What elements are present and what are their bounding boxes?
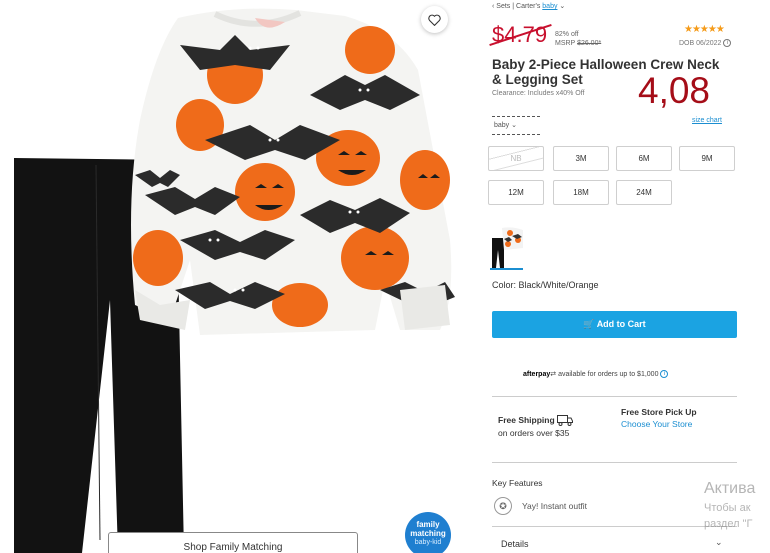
divider bbox=[492, 526, 737, 527]
add-to-cart-label: Add to Cart bbox=[596, 319, 646, 329]
dob-info: DOB 06/2022 i bbox=[679, 39, 732, 47]
divider bbox=[492, 462, 737, 463]
color-label: Color: Black/White/Orange bbox=[492, 280, 599, 290]
size-range-value: baby bbox=[494, 122, 510, 129]
breadcrumb-baby[interactable]: baby bbox=[542, 3, 557, 10]
breadcrumb-separator: | bbox=[512, 3, 515, 10]
afterpay-logo: afterpay bbox=[523, 371, 551, 378]
key-features-title: Key Features bbox=[492, 478, 543, 488]
product-details-panel: ‹ Sets | Carter's baby ⌄ $4.79 82% off M… bbox=[488, 0, 738, 553]
breadcrumb-sets[interactable]: ‹ Sets bbox=[492, 3, 510, 10]
star-badge-icon: ✪ bbox=[494, 497, 512, 515]
info-icon[interactable]: i bbox=[723, 39, 732, 47]
size-button-24m[interactable]: 24M bbox=[616, 180, 672, 205]
size-range-select[interactable]: baby ⌄ bbox=[492, 116, 540, 135]
chevron-down-icon[interactable]: ⌄ bbox=[559, 3, 565, 10]
original-price: $4.79 bbox=[492, 22, 548, 47]
product-image[interactable]: Shop Family Matching family matching bab… bbox=[0, 0, 470, 553]
size-button-12m[interactable]: 12M bbox=[488, 180, 544, 205]
info-icon[interactable]: i bbox=[660, 370, 669, 379]
badge-line-matching: matching bbox=[410, 529, 446, 538]
breadcrumb: ‹ Sets | Carter's baby ⌄ bbox=[492, 2, 565, 10]
clearance-note: Clearance: Includes x40% Off bbox=[492, 90, 585, 97]
dob-text: DOB 06/2022 bbox=[679, 39, 722, 47]
afterpay-arrows-icon: ⇄ bbox=[550, 371, 557, 378]
size-button-3m[interactable]: 3M bbox=[553, 146, 609, 171]
size-button-9m[interactable]: 9M bbox=[679, 146, 735, 171]
swatch-thumbnail bbox=[492, 227, 523, 268]
afterpay-info: afterpay⇄ available for orders up to $1,… bbox=[523, 370, 669, 379]
watermark-line3: раздел "Г bbox=[704, 518, 753, 530]
key-feature-item: Yay! Instant outfit bbox=[522, 501, 588, 511]
msrp-value: $26.00* bbox=[577, 40, 602, 47]
size-button-18m[interactable]: 18M bbox=[553, 180, 609, 205]
overlay-price: 4,08 bbox=[638, 70, 711, 111]
badge-line-family: family bbox=[416, 520, 440, 529]
watermark-line2: Чтобы ак bbox=[704, 502, 751, 514]
free-shipping-title: Free Shipping bbox=[498, 415, 574, 427]
color-swatch[interactable] bbox=[490, 226, 523, 270]
size-chart-link[interactable]: size chart bbox=[692, 117, 722, 124]
free-shipping-label: Free Shipping bbox=[498, 415, 555, 425]
percent-off: 82% off bbox=[555, 31, 579, 38]
rating-stars[interactable]: ★★★★★ bbox=[684, 24, 725, 35]
shop-family-matching-button[interactable]: Shop Family Matching bbox=[108, 532, 358, 553]
divider bbox=[492, 396, 737, 397]
product-photo bbox=[14, 8, 455, 553]
size-button-6m[interactable]: 6M bbox=[616, 146, 672, 171]
add-to-cart-button[interactable]: 🛒 Add to Cart bbox=[492, 311, 737, 338]
chevron-down-icon: ⌄ bbox=[511, 122, 518, 129]
afterpay-text: available for orders up to $1,000 bbox=[558, 371, 659, 378]
windows-activation-watermark: Актива Чтобы ак раздел "Г bbox=[704, 480, 755, 530]
size-button-nb[interactable]: NB bbox=[488, 146, 544, 171]
msrp-label: MSRP bbox=[555, 40, 576, 47]
truck-icon bbox=[557, 415, 574, 427]
chevron-down-icon[interactable]: ⌄ bbox=[715, 537, 723, 548]
family-matching-badge[interactable]: family matching baby-kid bbox=[405, 512, 451, 553]
details-accordion[interactable]: Details bbox=[501, 539, 529, 549]
discount-info: 82% off MSRP $26.00* bbox=[555, 30, 601, 48]
store-pickup-title: Free Store Pick Up bbox=[621, 407, 697, 417]
choose-store-link[interactable]: Choose Your Store bbox=[621, 419, 692, 429]
breadcrumb-carters[interactable]: Carter's bbox=[516, 3, 540, 10]
badge-line-babykid: baby-kid bbox=[414, 539, 442, 546]
watermark-line1: Актива bbox=[704, 480, 756, 497]
heart-icon bbox=[428, 14, 441, 26]
free-shipping-subtitle: on orders over $35 bbox=[498, 428, 570, 438]
cart-icon: 🛒 bbox=[583, 319, 595, 329]
wishlist-button[interactable] bbox=[421, 6, 448, 33]
